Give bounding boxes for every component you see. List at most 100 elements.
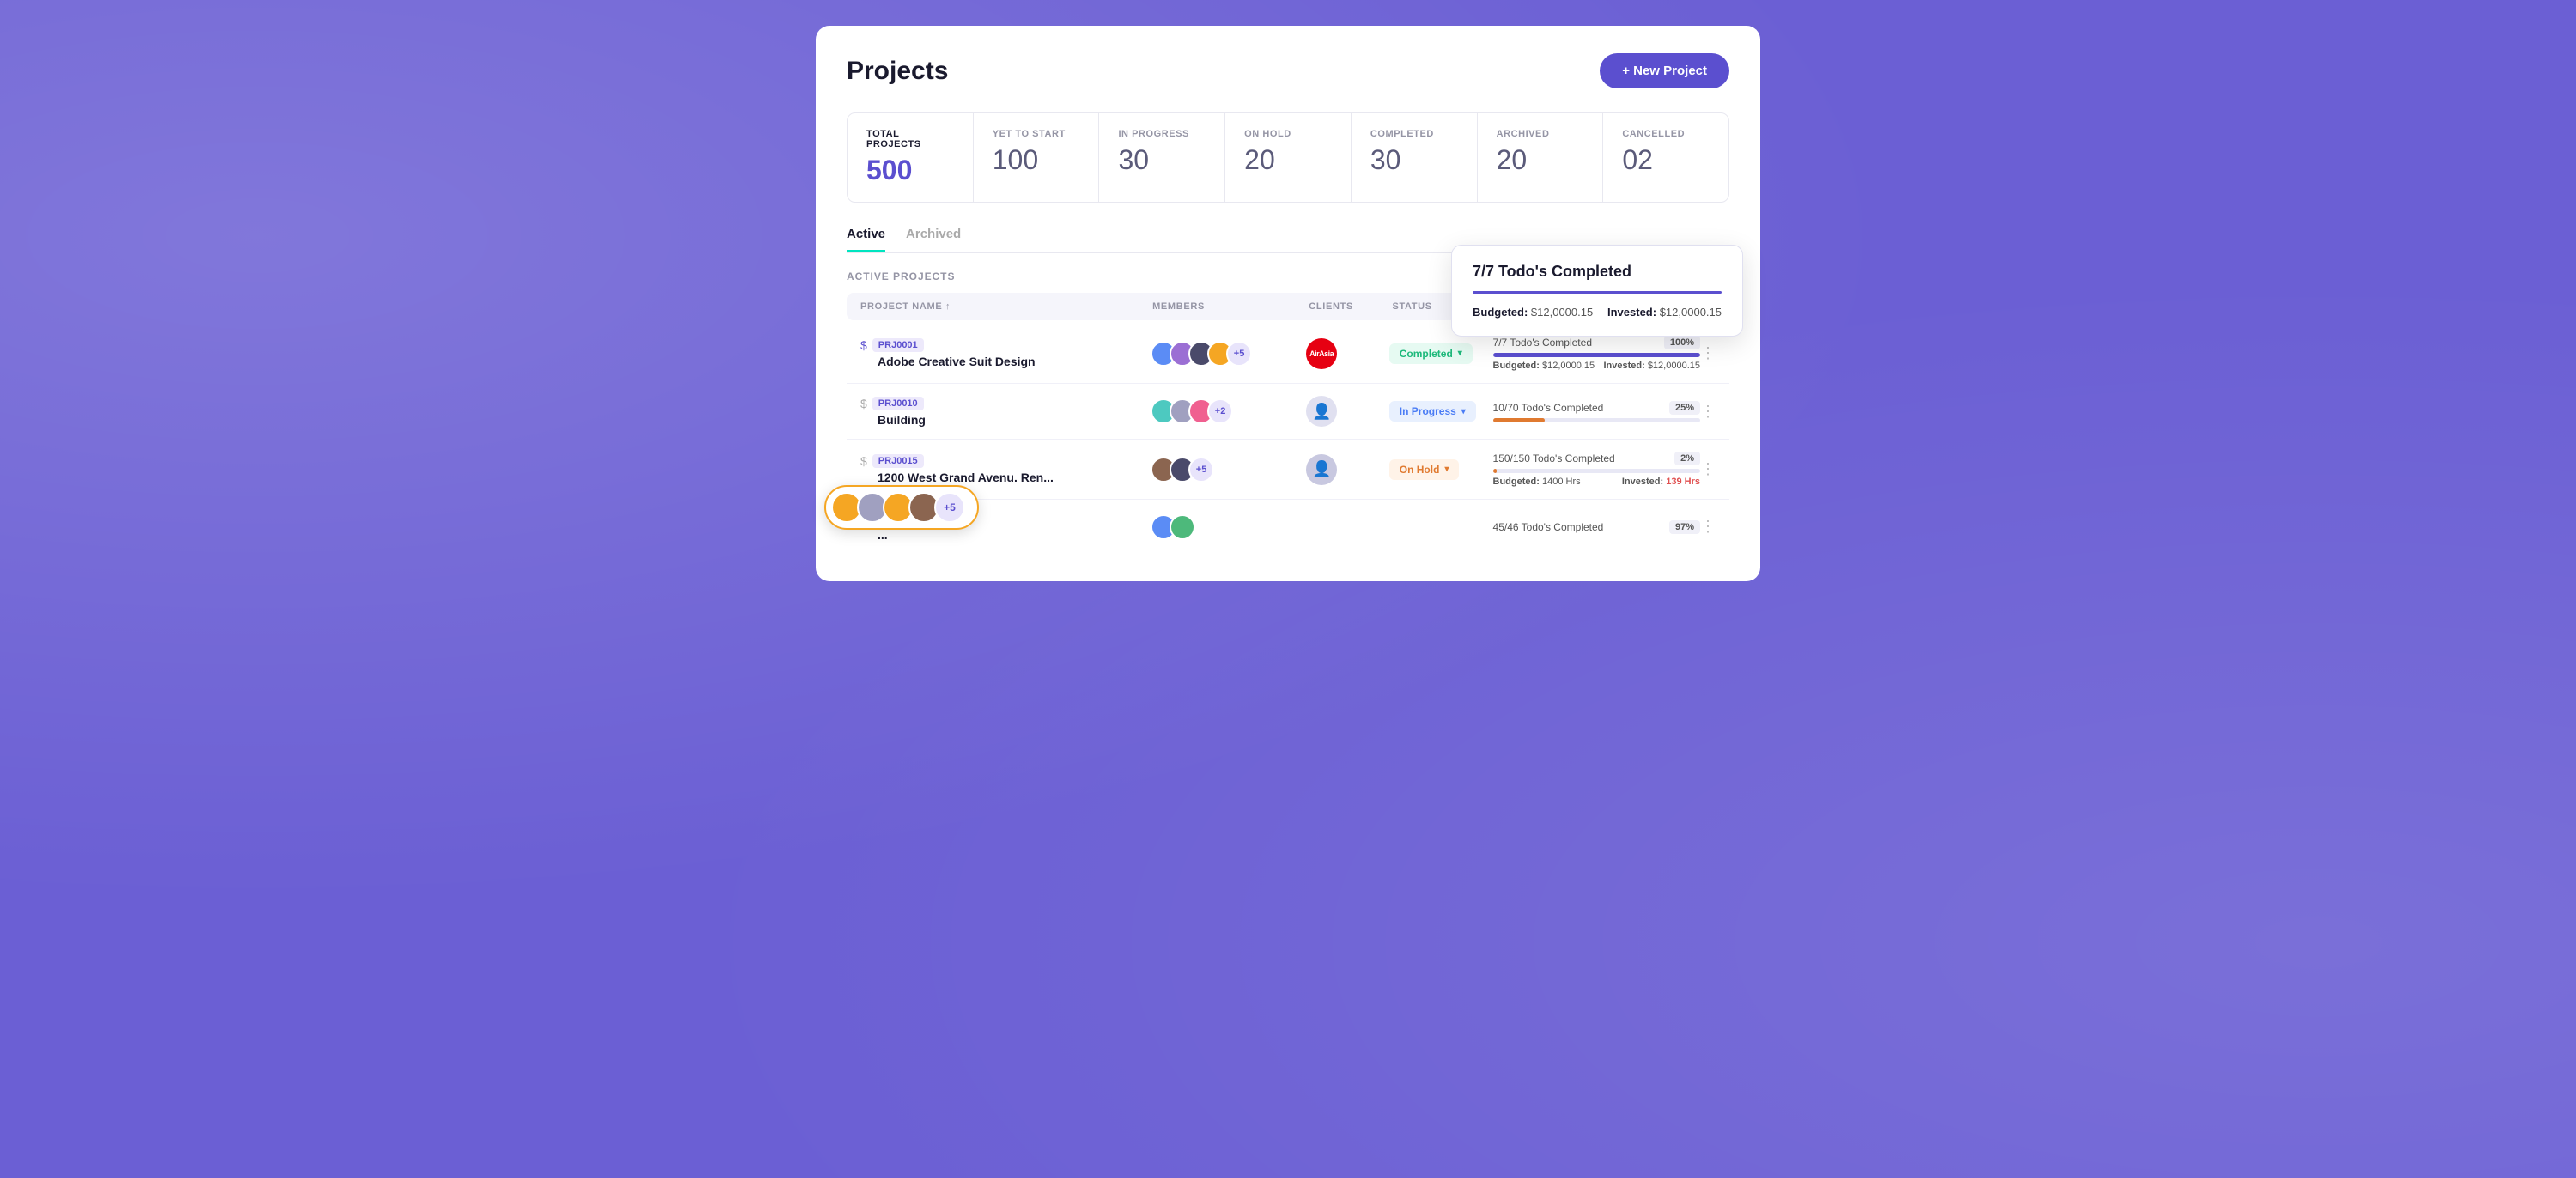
progress-bar-bg-3: [1493, 469, 1700, 473]
stat-yts-label: YET TO START: [993, 129, 1080, 139]
budget-row-3: Budgeted: 1400 Hrs Invested: 139 Hrs: [1493, 477, 1700, 487]
more-button-3[interactable]: ⋮: [1700, 460, 1716, 478]
avatar-count-popup: +5: [934, 492, 965, 523]
progress-top-3: 150/150 Todo's Completed 2%: [1493, 452, 1700, 465]
project-cell-2: $ PRJ0010 Building: [860, 397, 1151, 427]
stat-yts-value: 100: [993, 144, 1080, 176]
todos-text-4: 45/46 Todo's Completed: [1493, 521, 1604, 533]
stat-yet-to-start: YET TO START 100: [974, 113, 1100, 202]
tooltip-budgeted: Budgeted: $12,0000.15: [1473, 306, 1593, 319]
progress-bar-fill-1: [1493, 353, 1700, 357]
budgeted-3: Budgeted: 1400 Hrs: [1493, 477, 1581, 487]
progress-bar-fill-3: [1493, 469, 1498, 473]
status-badge-completed[interactable]: Completed ▾: [1389, 343, 1473, 364]
client-logo-airasia: AirAsia: [1306, 338, 1337, 369]
project-id-badge: PRJ0015: [872, 454, 924, 468]
progress-bar-fill-2: [1493, 418, 1545, 422]
project-name-4: ...: [878, 528, 1151, 542]
stat-comp-label: COMPLETED: [1370, 129, 1458, 139]
stat-can-label: CANCELLED: [1622, 129, 1710, 139]
tab-active[interactable]: Active: [847, 227, 885, 252]
project-id-badge: PRJ0010: [872, 397, 924, 410]
todos-text-2: 10/70 Todo's Completed: [1493, 402, 1604, 414]
project-id-badge: PRJ0001: [872, 338, 924, 352]
members-cell-1: +5: [1151, 341, 1306, 367]
project-name-2: Building: [878, 413, 1151, 427]
stat-in-progress: IN PROGRESS 30: [1099, 113, 1225, 202]
progress-top-4: 45/46 Todo's Completed 97%: [1493, 520, 1700, 534]
projects-main-card: Projects + New Project TOTAL PROJECTS 50…: [816, 26, 1760, 581]
stat-oh-value: 20: [1244, 144, 1332, 176]
chevron-down-icon: ▾: [1458, 349, 1462, 358]
project-cell-1: $ PRJ0001 Adobe Creative Suit Design: [860, 338, 1151, 368]
project-name-3: 1200 West Grand Avenu. Ren...: [878, 471, 1151, 484]
stat-total: TOTAL PROJECTS 500: [848, 113, 974, 202]
th-clients: CLIENTS: [1309, 301, 1392, 312]
members-cell-2: +2: [1151, 398, 1306, 424]
client-logo-person: 👤: [1306, 454, 1337, 485]
avatar-count-3: +5: [1188, 457, 1214, 483]
pct-badge-4: 97%: [1669, 520, 1700, 534]
chevron-down-icon: ▾: [1444, 465, 1449, 474]
status-badge-onhold[interactable]: On Hold ▾: [1389, 459, 1460, 480]
stat-archived: ARCHIVED 20: [1478, 113, 1604, 202]
progress-cell-4: 45/46 Todo's Completed 97%: [1493, 520, 1700, 534]
table-row: $ PRJ0010 Building +2 👤 In Progress ▾ 10…: [847, 384, 1729, 440]
pct-badge-2: 25%: [1669, 401, 1700, 415]
invested-3: Invested: 139 Hrs: [1622, 477, 1700, 487]
avatar-stack-3: +5: [1151, 457, 1214, 483]
status-badge-inprogress[interactable]: In Progress ▾: [1389, 401, 1476, 422]
tooltip-invested: Invested: $12,0000.15: [1607, 306, 1722, 319]
stat-total-label: TOTAL PROJECTS: [866, 129, 954, 149]
table-row: $ PRJ0016 ... 45/46 Todo's Completed 97%…: [847, 500, 1729, 554]
pct-badge-3: 2%: [1674, 452, 1700, 465]
progress-bar-bg-1: [1493, 353, 1700, 357]
avatar-stack-4: [1151, 514, 1195, 540]
members-cell-4: [1151, 514, 1306, 540]
status-cell-2: In Progress ▾: [1389, 401, 1493, 422]
project-id-row-1: $ PRJ0001: [860, 338, 1151, 352]
tooltip-divider: [1473, 291, 1722, 294]
progress-top-1: 7/7 Todo's Completed 100%: [1493, 336, 1700, 349]
project-cell-3: $ PRJ0015 1200 West Grand Avenu. Ren...: [860, 454, 1151, 484]
todos-text-1: 7/7 Todo's Completed: [1493, 337, 1592, 349]
table-row: $ PRJ0015 1200 West Grand Avenu. Ren... …: [847, 440, 1729, 500]
avatar-count-1: +5: [1226, 341, 1252, 367]
stat-arch-label: ARCHIVED: [1497, 129, 1584, 139]
status-cell-3: On Hold ▾: [1389, 459, 1493, 480]
stat-cancelled: CANCELLED 02: [1603, 113, 1728, 202]
th-project-name: PROJECT NAME ↑: [860, 301, 1152, 312]
members-popup: +5: [824, 485, 979, 530]
stat-on-hold: ON HOLD 20: [1225, 113, 1352, 202]
page-title: Projects: [847, 57, 948, 86]
progress-bar-bg-2: [1493, 418, 1700, 422]
avatar: [1170, 514, 1195, 540]
tooltip-title: 7/7 Todo's Completed: [1473, 263, 1722, 281]
progress-top-2: 10/70 Todo's Completed 25%: [1493, 401, 1700, 415]
stats-row: TOTAL PROJECTS 500 YET TO START 100 IN P…: [847, 112, 1729, 203]
stat-total-value: 500: [866, 155, 954, 186]
budgeted-1: Budgeted: $12,0000.15: [1493, 361, 1595, 371]
budget-row-1: Budgeted: $12,0000.15 Invested: $12,0000…: [1493, 361, 1700, 371]
avatar-count-2: +2: [1207, 398, 1233, 424]
chevron-down-icon: ▾: [1461, 407, 1466, 416]
new-project-button[interactable]: + New Project: [1600, 53, 1729, 88]
dollar-icon: $: [860, 397, 867, 410]
members-cell-3: +5: [1151, 457, 1306, 483]
th-members: MEMBERS: [1152, 301, 1309, 312]
status-cell-1: Completed ▾: [1389, 343, 1493, 364]
more-button-1[interactable]: ⋮: [1700, 344, 1716, 362]
stat-oh-label: ON HOLD: [1244, 129, 1332, 139]
header-row: Projects + New Project: [847, 53, 1729, 88]
client-logo-empty: 👤: [1306, 396, 1337, 427]
dollar-icon: $: [860, 338, 867, 352]
pct-badge-1: 100%: [1664, 336, 1700, 349]
more-button-4[interactable]: ⋮: [1700, 518, 1716, 536]
stat-arch-value: 20: [1497, 144, 1584, 176]
invested-1: Invested: $12,0000.15: [1603, 361, 1700, 371]
progress-cell-3: 150/150 Todo's Completed 2% Budgeted: 14…: [1493, 452, 1700, 487]
more-button-2[interactable]: ⋮: [1700, 403, 1716, 421]
stat-comp-value: 30: [1370, 144, 1458, 176]
avatar-stack-1: +5: [1151, 341, 1252, 367]
tab-archived[interactable]: Archived: [906, 227, 961, 252]
